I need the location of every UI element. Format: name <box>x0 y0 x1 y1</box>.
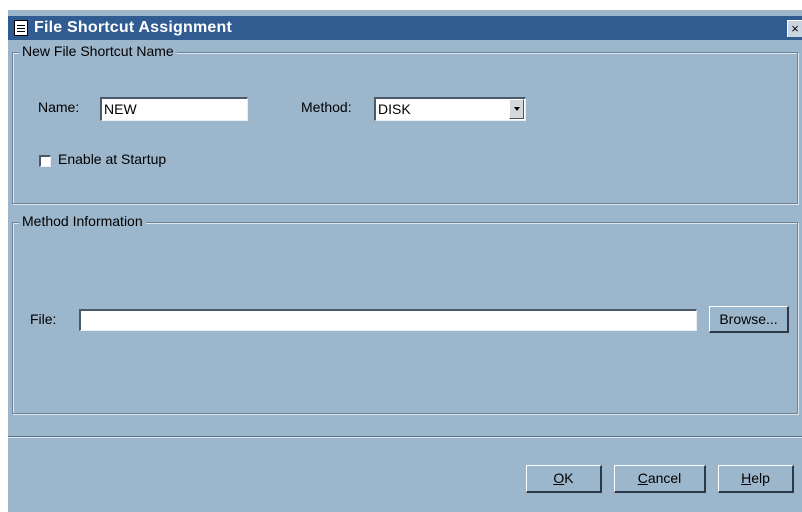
method-label: Method: <box>301 99 352 115</box>
cancel-mnemonic: C <box>637 470 648 486</box>
enable-startup-checkbox[interactable] <box>39 155 51 167</box>
name-label: Name: <box>38 99 80 115</box>
dropdown-arrow-icon[interactable] <box>509 99 524 119</box>
dialog-window: File Shortcut Assignment × New File Shor… <box>8 10 802 512</box>
window-document-icon <box>14 20 28 36</box>
close-icon[interactable]: × <box>787 20 802 37</box>
ok-label-rest: K <box>564 470 574 486</box>
help-label-rest: elp <box>751 470 770 486</box>
enable-startup-label[interactable]: Enable at Startup <box>58 151 166 167</box>
new-shortcut-group-legend: New File Shortcut Name <box>19 43 177 59</box>
ok-button[interactable]: OK <box>526 465 602 493</box>
method-info-group: Method Information File: Browse... <box>12 213 798 414</box>
method-select[interactable]: DISK <box>374 97 526 121</box>
new-shortcut-group: New File Shortcut Name Name: NEW Method:… <box>12 43 798 204</box>
cancel-button[interactable]: Cancel <box>614 465 706 493</box>
method-select-value: DISK <box>378 101 411 117</box>
file-path-input[interactable] <box>79 309 697 331</box>
title-bar[interactable]: File Shortcut Assignment × <box>8 16 802 40</box>
method-info-group-legend: Method Information <box>19 213 146 229</box>
window-title: File Shortcut Assignment <box>34 19 233 36</box>
name-field[interactable]: NEW <box>100 97 248 121</box>
file-label: File: <box>30 311 57 327</box>
footer-separator <box>8 436 802 438</box>
browse-button[interactable]: Browse... <box>709 306 789 333</box>
cancel-label-rest: ancel <box>647 470 682 486</box>
help-mnemonic: H <box>741 470 752 486</box>
ok-mnemonic: O <box>553 470 565 486</box>
help-button[interactable]: Help <box>718 465 794 493</box>
